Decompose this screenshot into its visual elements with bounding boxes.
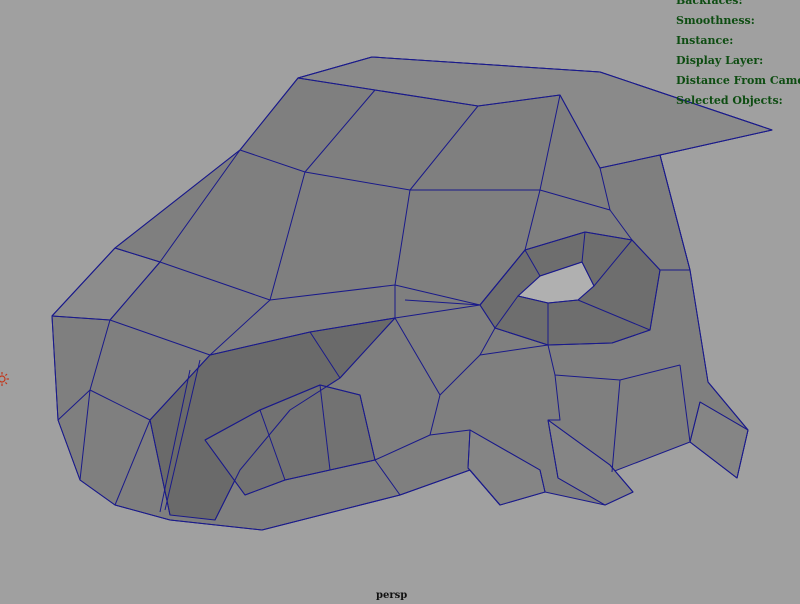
hud-display: Backfaces: Smoothness: Instance: Display…: [676, 0, 800, 111]
hud-distance-from-camera: Distance From Camera:: [676, 74, 800, 87]
hud-instance: Instance:: [676, 34, 734, 47]
sun-icon[interactable]: [0, 371, 10, 387]
viewport-persp[interactable]: Backfaces: Smoothness: Instance: Display…: [0, 0, 800, 601]
camera-name-label: persp: [376, 590, 408, 601]
hud-selected-objects: Selected Objects:: [676, 94, 783, 107]
hud-display-layer: Display Layer:: [676, 54, 764, 67]
hud-smoothness: Smoothness:: [676, 14, 755, 27]
hud-backfaces: Backfaces:: [676, 0, 743, 7]
sun-icon-glyph: [0, 372, 9, 386]
